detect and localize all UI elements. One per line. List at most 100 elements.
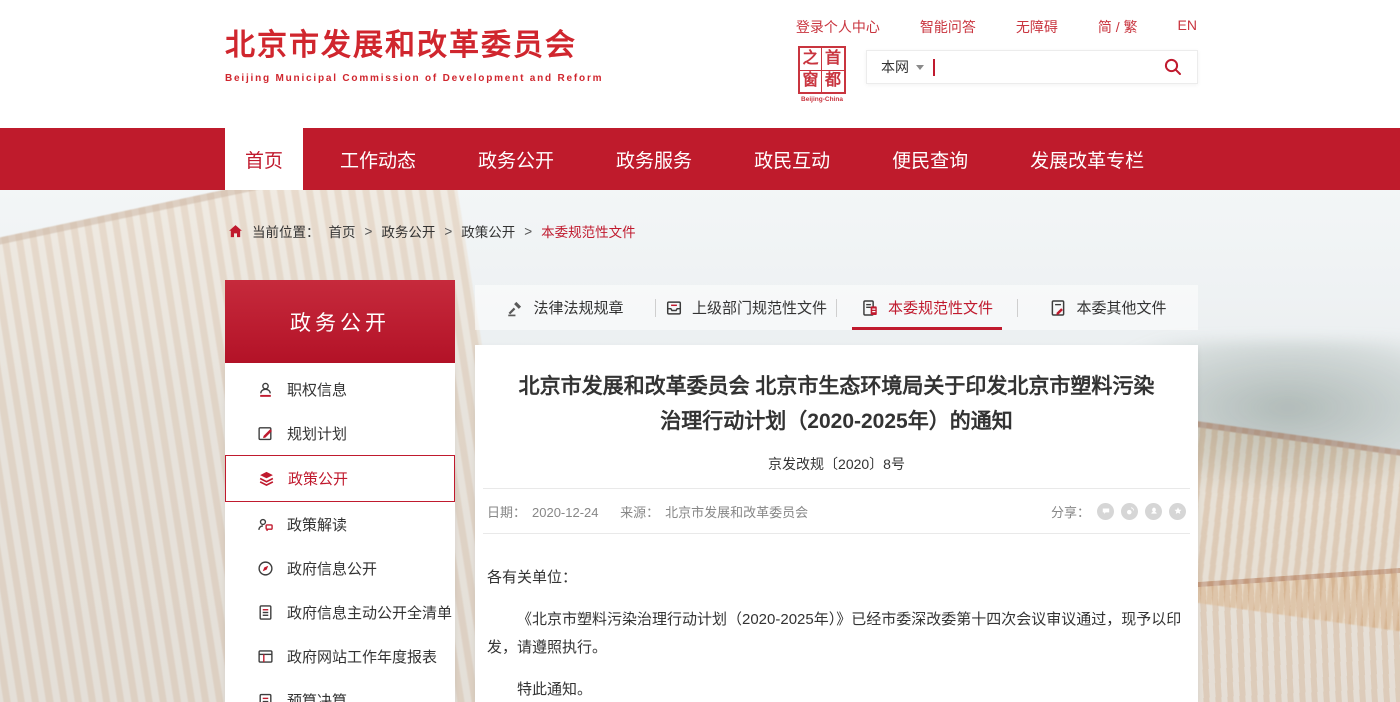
seal-char: 窗	[800, 71, 822, 93]
sidebar-menu: 职权信息 规划计划 政	[225, 363, 455, 702]
sidebar-item-label: 职权信息	[287, 379, 347, 400]
seal-char: 都	[822, 71, 844, 93]
tab-label: 本委其他文件	[1076, 297, 1166, 318]
capital-window-seal-logo[interactable]: 之 首 窗 都 Beijing-China	[795, 46, 849, 103]
nav-item-gov-disclosure[interactable]: 政务公开	[451, 128, 581, 190]
simplified-traditional-link[interactable]: 简 / 繁	[1098, 17, 1138, 37]
sidebar-item-website-annual-report[interactable]: 政府网站工作年度报表	[225, 634, 455, 678]
tab-superior-normative-docs[interactable]: 上级部门规范性文件	[656, 285, 836, 330]
share-label: 分享：	[1051, 502, 1090, 521]
tab-commission-normative-docs[interactable]: 本委规范性文件	[837, 285, 1017, 330]
breadcrumb-separator: >	[444, 224, 452, 239]
english-link[interactable]: EN	[1178, 17, 1197, 37]
layers-icon	[257, 470, 275, 488]
breadcrumb-separator: >	[365, 224, 373, 239]
sidebar: 政务公开 职权信息 规划计	[225, 280, 455, 702]
breadcrumb-label: 当前位置：	[252, 221, 320, 241]
seal-caption: Beijing-China	[795, 96, 849, 103]
tab-laws-regulations[interactable]: 法律法规规章	[475, 285, 655, 330]
login-personal-center-link[interactable]: 登录个人中心	[796, 17, 880, 37]
doc-pen-icon	[1049, 299, 1067, 317]
date-label: 日期：	[487, 505, 526, 520]
content-tabs: 法律法规规章 上级部门规范性文件 本委规范性文件	[475, 285, 1198, 330]
breadcrumb-separator: >	[524, 224, 532, 239]
source-label: 来源：	[620, 505, 659, 520]
seal-char: 之	[800, 48, 822, 71]
sidebar-title: 政务公开	[225, 280, 455, 363]
breadcrumb-home[interactable]: 首页	[329, 221, 356, 241]
nav-item-gov-services[interactable]: 政务服务	[589, 128, 719, 190]
nav-item-home[interactable]: 首页	[225, 128, 303, 190]
article-paragraph: 《北京市塑料污染治理行动计划（2020-2025年）》已经市委深改委第十四次会议…	[487, 606, 1186, 662]
report-table-icon	[256, 647, 274, 665]
search-bar: 本网	[866, 50, 1198, 84]
sidebar-item-label: 政策公开	[288, 468, 348, 489]
qq-share-icon[interactable]	[1145, 503, 1162, 520]
nav-item-reform-special[interactable]: 发展改革专栏	[1003, 128, 1171, 190]
person-stamp-icon	[256, 380, 274, 398]
breadcrumb-gov-disclosure[interactable]: 政务公开	[381, 221, 435, 241]
article-panel: 北京市发展和改革委员会 北京市生态环境局关于印发北京市塑料污染治理行动计划（20…	[475, 345, 1198, 702]
sidebar-item-proactive-disclosure-list[interactable]: 政府信息主动公开全清单	[225, 590, 455, 634]
article-paragraph: 各有关单位：	[487, 564, 1186, 592]
sidebar-item-label: 政府信息主动公开全清单	[287, 602, 452, 623]
sidebar-item-budget[interactable]: 预算决算	[225, 678, 455, 702]
site-subtitle: Beijing Municipal Commission of Developm…	[225, 73, 603, 84]
document-number: 京发改规〔2020〕8号	[483, 454, 1190, 474]
search-scope-dropdown[interactable]: 本网	[867, 57, 933, 77]
site-title: 北京市发展和改革委员会	[225, 20, 603, 64]
article-body: 各有关单位： 《北京市塑料污染治理行动计划（2020-2025年）》已经市委深改…	[483, 534, 1190, 702]
person-chat-icon	[256, 515, 274, 533]
sidebar-item-label: 预算决算	[287, 690, 347, 702]
sidebar-item-label: 政府信息公开	[287, 558, 377, 579]
nav-item-convenience-query[interactable]: 便民查询	[865, 128, 995, 190]
tab-label: 上级部门规范性文件	[692, 297, 827, 318]
weibo-share-icon[interactable]	[1121, 503, 1138, 520]
breadcrumb-policy-disclosure[interactable]: 政策公开	[461, 221, 515, 241]
tab-commission-other-docs[interactable]: 本委其他文件	[1018, 285, 1198, 330]
sidebar-item-label: 政府网站工作年度报表	[287, 646, 437, 667]
red-doc-icon	[861, 299, 879, 317]
tab-label: 本委规范性文件	[888, 297, 993, 318]
sidebar-item-policy-interpretation[interactable]: 政策解读	[225, 502, 455, 546]
smart-qa-link[interactable]: 智能问答	[920, 17, 976, 37]
article-title: 北京市发展和改革委员会 北京市生态环境局关于印发北京市塑料污染治理行动计划（20…	[511, 369, 1162, 439]
budget-icon	[256, 691, 274, 702]
inbox-doc-icon	[665, 299, 683, 317]
search-button[interactable]	[1149, 51, 1197, 83]
sidebar-item-policy-disclosure[interactable]: 政策公开	[225, 455, 455, 502]
sidebar-item-planning[interactable]: 规划计划	[225, 411, 455, 455]
article-meta: 日期： 2020-12-24 来源： 北京市发展和改革委员会 分享：	[483, 489, 1190, 533]
article-source: 北京市发展和改革委员会	[665, 505, 808, 520]
nav-item-public-interaction[interactable]: 政民互动	[727, 128, 857, 190]
article-paragraph: 特此通知。	[487, 676, 1186, 702]
home-icon	[228, 224, 243, 239]
search-input[interactable]	[935, 51, 1149, 83]
seal-characters: 之 首 窗 都	[798, 46, 846, 94]
article-date: 2020-12-24	[532, 505, 599, 520]
site-header: 北京市发展和改革委员会 Beijing Municipal Commission…	[0, 0, 1400, 128]
article-meta-left: 日期： 2020-12-24 来源： 北京市发展和改革委员会	[487, 502, 814, 521]
compass-icon	[256, 559, 274, 577]
share-bar: 分享：	[1051, 502, 1186, 521]
search-scope-label: 本网	[881, 57, 909, 77]
wechat-share-icon[interactable]	[1097, 503, 1114, 520]
page: 北京市发展和改革委员会 Beijing Municipal Commission…	[0, 0, 1400, 702]
breadcrumb-current-page: 本委规范性文件	[541, 221, 636, 241]
top-links: 登录个人中心 智能问答 无障碍 简 / 繁 EN	[796, 17, 1197, 37]
star-share-icon[interactable]	[1169, 503, 1186, 520]
sidebar-item-label: 政策解读	[287, 514, 347, 535]
chevron-down-icon	[916, 65, 924, 74]
accessibility-link[interactable]: 无障碍	[1016, 17, 1058, 37]
sidebar-item-authority-info[interactable]: 职权信息	[225, 367, 455, 411]
search-icon	[1163, 57, 1183, 77]
seal-char: 首	[822, 48, 844, 71]
nav-item-work-news[interactable]: 工作动态	[313, 128, 443, 190]
active-tab-underline	[852, 327, 1002, 330]
main-nav: 首页 工作动态 政务公开 政务服务 政民互动 便民查询 发展改革专栏	[0, 128, 1400, 190]
site-logo[interactable]: 北京市发展和改革委员会 Beijing Municipal Commission…	[225, 20, 603, 84]
gavel-icon	[506, 299, 524, 317]
breadcrumb: 当前位置： 首页 > 政务公开 > 政策公开 > 本委规范性文件	[228, 221, 636, 241]
sidebar-item-gov-info-disclosure[interactable]: 政府信息公开	[225, 546, 455, 590]
tab-label: 法律法规规章	[533, 297, 623, 318]
